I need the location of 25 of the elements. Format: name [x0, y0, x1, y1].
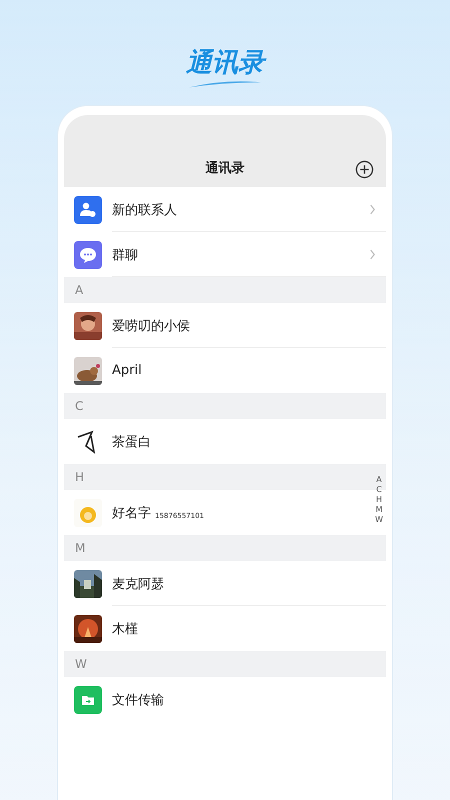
- entry-label: 群聊: [112, 246, 138, 264]
- contact-name: 文件传输: [112, 692, 164, 708]
- contact-name: 木槿: [112, 620, 138, 638]
- index-letter[interactable]: M: [376, 505, 382, 515]
- section-header: M: [64, 535, 386, 561]
- chevron-icon: [369, 204, 376, 215]
- screen-title: 通讯录: [206, 160, 244, 177]
- page-title: 通讯录: [186, 48, 264, 78]
- entry-label: 新的联系人: [112, 202, 177, 218]
- section-header: W: [64, 651, 386, 677]
- index-letter[interactable]: H: [376, 495, 382, 505]
- contact-name: 好名字: [112, 504, 151, 522]
- folder-icon: [74, 686, 102, 714]
- add-icon[interactable]: [355, 160, 374, 179]
- section-header: A: [64, 277, 386, 303]
- add-person-icon: [74, 196, 102, 224]
- contact-name: 茶蛋白: [112, 434, 151, 450]
- contact-name: 麦克阿瑟: [112, 576, 164, 592]
- section-header: C: [64, 393, 386, 419]
- contact-name: April: [112, 363, 142, 378]
- chevron-icon: [369, 249, 376, 260]
- index-letter[interactable]: A: [376, 475, 382, 485]
- chat-bubble-icon: [74, 240, 102, 268]
- index-letter[interactable]: W: [375, 515, 383, 525]
- contact-name: 爱唠叨的小侯: [112, 318, 190, 334]
